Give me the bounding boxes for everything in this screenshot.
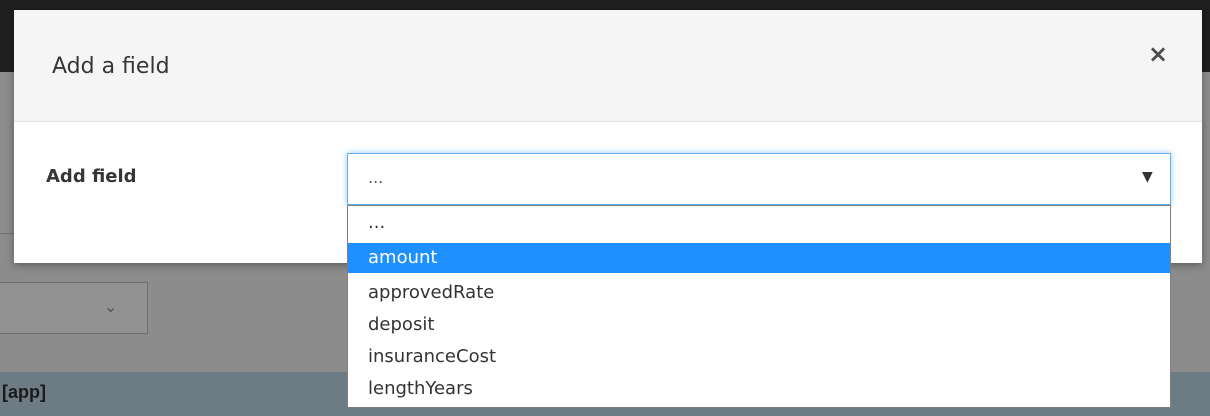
background-select: ⌄ [0,282,148,334]
background-divider [0,233,14,234]
select-current-value: ... [368,168,384,187]
chevron-down-icon: ⌄ [104,297,118,316]
option-insurance-cost[interactable]: insuranceCost [348,342,1170,372]
add-field-select[interactable]: ... ▼ [347,153,1171,205]
option-approved-rate[interactable]: approvedRate [348,278,1170,308]
caret-down-icon: ▼ [1142,169,1153,185]
add-field-label: Add field [46,166,137,187]
modal-title: Add a field [52,54,170,79]
option-amount[interactable]: amount [348,243,1170,273]
field-options-dropdown: ... amount approvedRate deposit insuranc… [347,205,1171,408]
option-placeholder[interactable]: ... [348,208,1170,238]
modal-header: Add a field × [14,10,1202,122]
close-icon[interactable]: × [1144,40,1172,68]
option-deposit[interactable]: deposit [348,310,1170,340]
option-length-years[interactable]: lengthYears [348,374,1170,404]
app-label: [app] [2,382,46,402]
